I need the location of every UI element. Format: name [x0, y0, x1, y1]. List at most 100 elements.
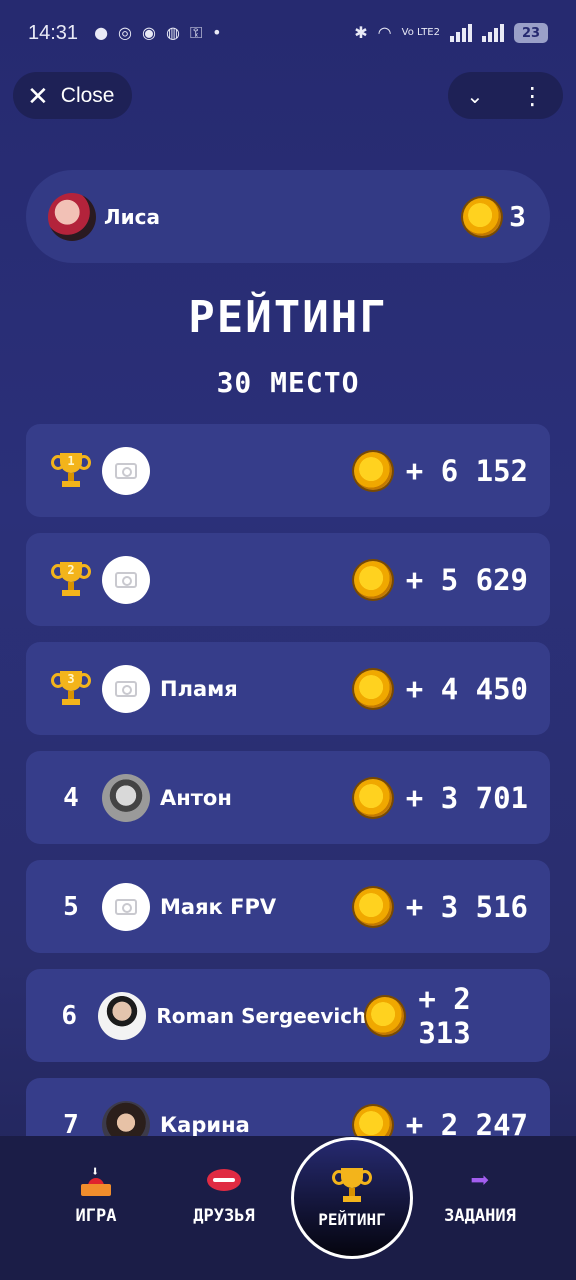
player-name: Roman Sergeevich [156, 1003, 367, 1028]
avatar-placeholder [102, 555, 150, 604]
score-value: + 3 701 [405, 780, 528, 815]
coin-icon [353, 669, 392, 708]
coin-icon [353, 887, 392, 926]
avatar-placeholder [102, 882, 150, 931]
status-bar-left: 14:31 ● ◎ ◉ ◍ ⚿ • [28, 22, 222, 45]
ranking-row[interactable]: 3 Пламя + 4 450 [26, 642, 550, 735]
user-card: Лиса 3 [26, 170, 550, 263]
nav-tasks[interactable]: ➡ ЗАДАНИЯ [425, 1161, 535, 1226]
camera-icon [115, 571, 137, 588]
ranking-list[interactable]: 1 + 6 152 2 + 5 629 3 Пламя + 4 450 4 Ан… [26, 424, 550, 1136]
avatar [98, 991, 147, 1040]
user-place: 30 МЕСТО [216, 366, 360, 399]
message-icon: ● [94, 23, 109, 42]
rank-number: 3 [67, 671, 75, 686]
trophy-icon: 1 [51, 452, 91, 489]
rank-number: 4 [63, 782, 79, 813]
player-score: + 5 629 [353, 560, 528, 599]
ranking-row[interactable]: 4 Антон + 3 701 [26, 751, 550, 844]
coin-balance: 3 [463, 197, 526, 236]
rank-badge: 2 [46, 561, 96, 598]
score-value: + 3 516 [405, 889, 528, 924]
user-info: Лиса [48, 192, 160, 241]
avatar-placeholder [102, 446, 150, 495]
avatar-placeholder [102, 664, 150, 713]
more-dot-icon: • [212, 23, 222, 42]
close-button[interactable]: ✕ Close [13, 72, 132, 119]
rank-badge: 3 [46, 670, 96, 707]
wifi-icon: ◠ [377, 23, 392, 42]
score-value: + 5 629 [405, 562, 528, 597]
camera-icon [115, 680, 137, 697]
coin-icon [463, 197, 502, 236]
battery-icon: 23 [514, 23, 548, 43]
ranking-row[interactable]: 6 Roman Sergeevich + 2 313 [26, 969, 550, 1062]
nav-friends-label: ДРУЗЬЯ [193, 1206, 255, 1226]
rank-number: 5 [63, 891, 79, 922]
player-score: + 4 450 [353, 669, 528, 708]
avatar [48, 192, 96, 241]
player-name: Маяк FPV [160, 894, 277, 919]
camera-icon [115, 898, 137, 915]
menu-pill: ⌄ ⋮ [448, 72, 563, 119]
coin-icon [353, 560, 392, 599]
player-score: + 6 152 [353, 451, 528, 490]
ranking-row[interactable]: 2 + 5 629 [26, 533, 550, 626]
network-type: Vo LTE2 [401, 27, 440, 38]
rank-number: 1 [67, 453, 75, 468]
nav-rating[interactable]: РЕЙТИНГ [291, 1137, 413, 1259]
score-value: + 2 247 [405, 1107, 528, 1137]
coin-count: 3 [509, 200, 526, 233]
game-icon: ⬇ [78, 1162, 114, 1198]
close-label: Close [60, 83, 115, 107]
nav-game-label: ИГРА [75, 1206, 117, 1226]
close-icon: ✕ [27, 80, 49, 111]
player-name: Карина [160, 1112, 250, 1137]
rank-number: 2 [67, 562, 75, 577]
nav-tasks-label: ЗАДАНИЯ [444, 1206, 516, 1226]
nav-game[interactable]: ⬇ ИГРА [41, 1162, 151, 1226]
score-value: + 2 313 [418, 981, 471, 1050]
rank-number: 6 [61, 1000, 78, 1031]
spotify-icon: ◉ [142, 23, 156, 42]
coin-icon [366, 996, 405, 1035]
player-name: Антон [160, 785, 232, 810]
nav-friends[interactable]: ДРУЗЬЯ [169, 1162, 279, 1226]
ranking-row[interactable]: 1 + 6 152 [26, 424, 550, 517]
signal-2-icon [482, 24, 504, 42]
status-time: 14:31 [28, 21, 79, 44]
ranking-row[interactable]: 7 Карина + 2 247 [26, 1078, 550, 1136]
bluetooth-icon: ✱ [354, 23, 368, 42]
coin-icon [353, 451, 392, 490]
score-value: + 4 450 [405, 671, 528, 706]
lips-icon [206, 1162, 242, 1198]
more-vertical-icon[interactable]: ⋮ [520, 82, 544, 110]
trophy-icon: 3 [51, 670, 91, 707]
score-value: + 6 152 [405, 453, 528, 488]
trophy-icon [332, 1167, 372, 1204]
nav-rating-label: РЕЙТИНГ [318, 1209, 386, 1229]
bottom-nav: ⬇ ИГРА ДРУЗЬЯ ➡ ЗАДАНИЯ [0, 1136, 576, 1280]
player-score: + 3 516 [353, 887, 528, 926]
app-icon: ◍ [165, 23, 180, 42]
instagram-icon: ◎ [118, 23, 132, 42]
signal-icon [450, 24, 472, 42]
player-score: + 2 247 [353, 1105, 528, 1137]
player-score: + 2 313 [366, 982, 528, 1050]
avatar [102, 773, 150, 822]
rank-badge: 1 [46, 452, 96, 489]
coin-icon [353, 778, 392, 817]
status-bar: 14:31 ● ◎ ◉ ◍ ⚿ • ✱ ◠ Vo LTE2 23 [0, 0, 576, 66]
avatar [102, 1100, 150, 1136]
coin-icon [353, 1105, 392, 1136]
ranking-row[interactable]: 5 Маяк FPV + 3 516 [26, 860, 550, 953]
status-bar-right: ✱ ◠ Vo LTE2 23 [354, 23, 548, 43]
arrow-right-icon: ➡ [470, 1161, 490, 1199]
camera-icon [115, 462, 137, 479]
user-name: Лиса [104, 204, 160, 229]
rank-number: 7 [63, 1109, 79, 1137]
chevron-down-icon[interactable]: ⌄ [467, 84, 484, 108]
player-name: Пламя [160, 676, 238, 701]
key-icon: ⚿ [189, 23, 203, 42]
player-score: + 3 701 [353, 778, 528, 817]
